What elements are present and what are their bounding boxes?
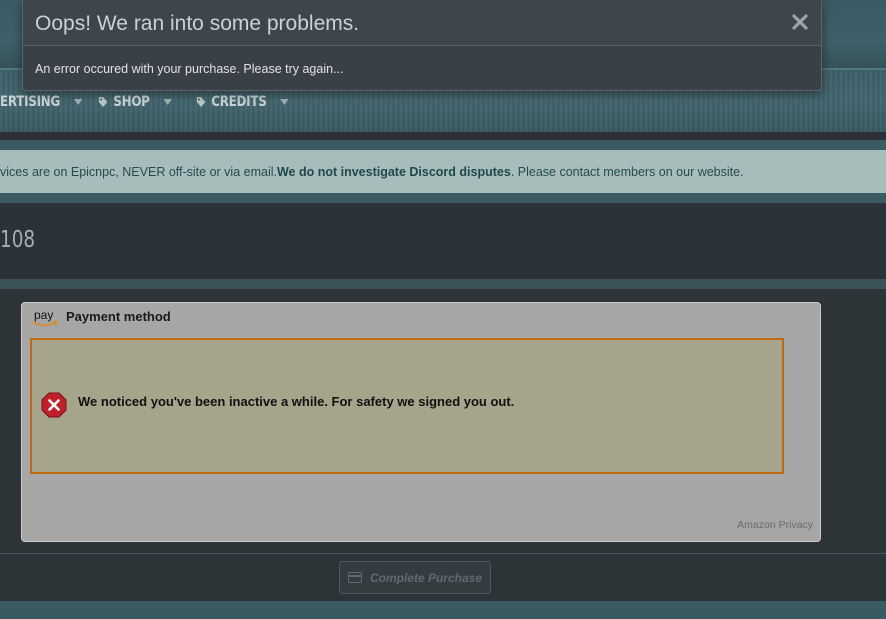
credit-card-icon	[347, 572, 362, 583]
amazon-smile-icon	[32, 320, 58, 327]
nav-item-credits[interactable]: CREDITS	[196, 92, 289, 112]
notice-text-end: . Please contact members on our website.	[510, 164, 744, 179]
amazon-privacy-link[interactable]: Amazon Privacy	[737, 519, 813, 531]
notice-text-start: vices are on Epicnpc, NEVER off-site or …	[0, 164, 277, 179]
tag-icon	[196, 97, 206, 107]
payment-method-title: Payment method	[66, 309, 171, 324]
complete-purchase-button[interactable]: Complete Purchase	[339, 561, 491, 594]
nav-divider	[0, 132, 886, 140]
chevron-down-icon[interactable]	[73, 99, 83, 105]
nav-item-label: ERTISING	[0, 94, 60, 110]
chevron-down-icon[interactable]	[280, 99, 289, 105]
modal-header: Oops! We ran into some problems.	[23, 0, 821, 46]
notice-bold-text: We do not investigate Discord disputes	[276, 164, 511, 179]
page-title: 108	[0, 227, 36, 253]
session-alert: We noticed you've been inactive a while.…	[30, 338, 784, 474]
modal-title: Oops! We ran into some problems.	[35, 12, 360, 35]
notice-border	[0, 193, 886, 203]
modal-message: An error occured with your purchase. Ple…	[35, 62, 344, 76]
nav-item-label: SHOP	[113, 94, 150, 110]
amazon-pay-logo: pay	[32, 308, 60, 330]
title-divider	[0, 279, 886, 289]
chevron-down-icon[interactable]	[163, 99, 172, 105]
site-notice: vices are on Epicnpc, NEVER off-site or …	[0, 150, 886, 193]
page: ERTISING SHOP CREDITS vices are on Epicn…	[0, 0, 886, 619]
title-area: 108	[0, 203, 886, 279]
amazon-pay-widget: pay Payment method We noticed you've bee…	[21, 302, 821, 542]
tag-icon	[98, 97, 108, 107]
nav-item-advertising[interactable]: ERTISING	[0, 92, 83, 112]
error-icon	[41, 392, 67, 418]
notice-border	[0, 140, 886, 150]
nav-item-shop[interactable]: SHOP	[98, 92, 172, 112]
footer-band	[0, 601, 886, 619]
alert-message: We noticed you've been inactive a while.…	[78, 394, 515, 409]
nav-item-label: CREDITS	[211, 94, 267, 110]
close-icon[interactable]	[791, 13, 809, 31]
complete-purchase-label: Complete Purchase	[369, 570, 483, 585]
error-modal: Oops! We ran into some problems. An erro…	[22, 0, 822, 91]
form-divider	[0, 553, 886, 554]
